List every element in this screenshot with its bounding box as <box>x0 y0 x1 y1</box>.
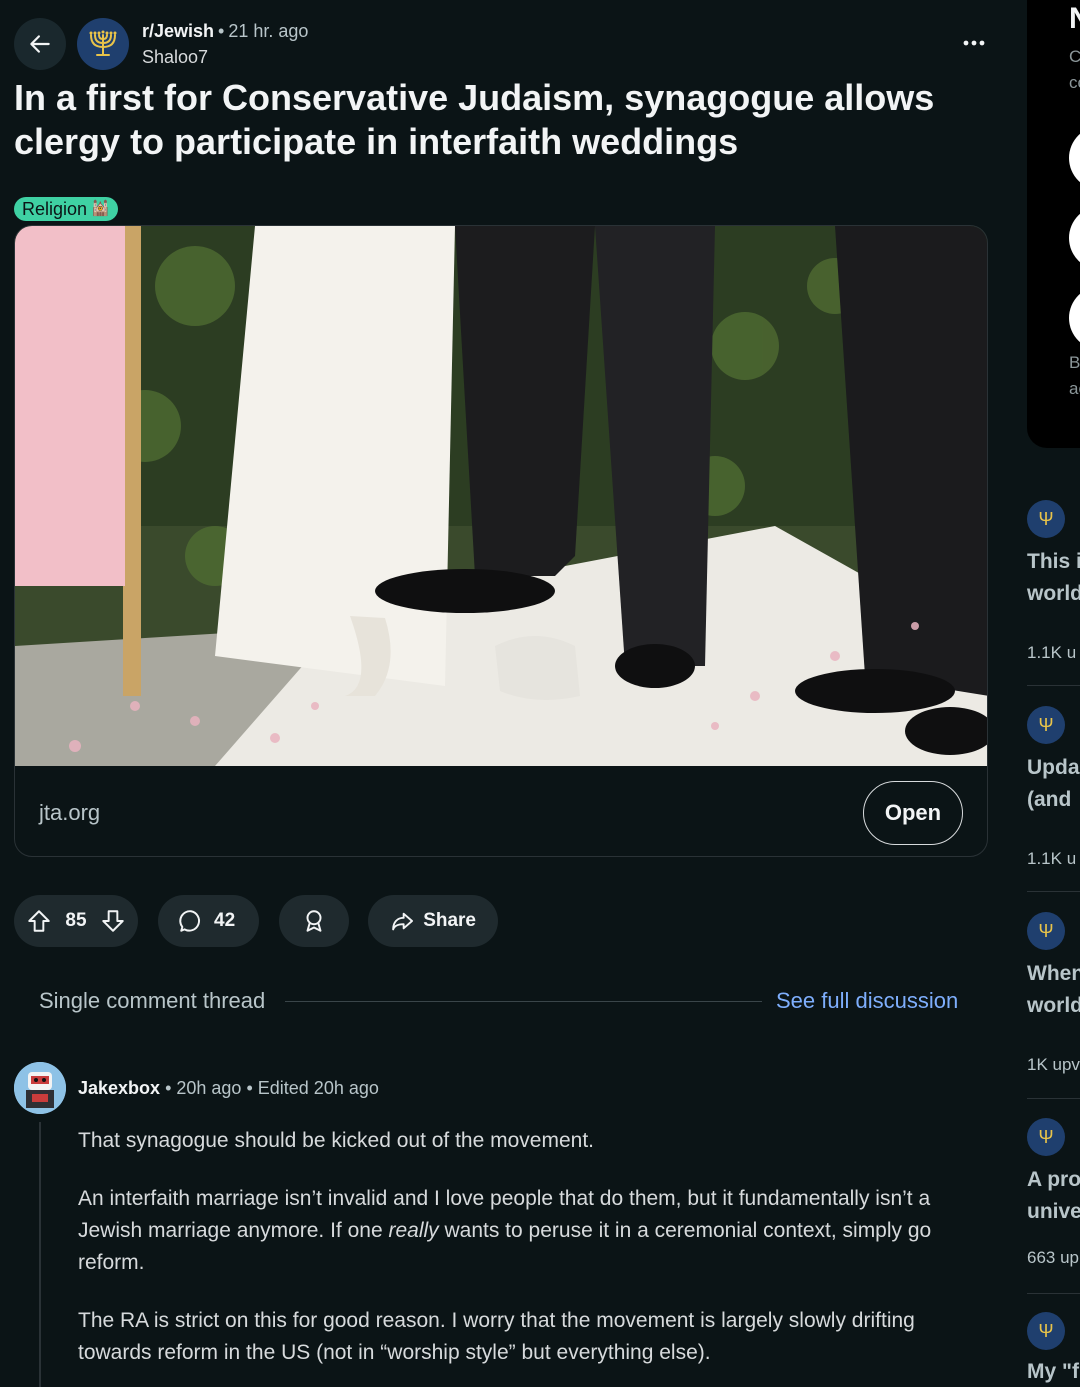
award-button[interactable] <box>279 895 349 947</box>
share-button[interactable]: Share <box>368 895 498 947</box>
link-domain: jta.org <box>39 800 101 825</box>
post-time: 21 hr. ago <box>228 21 309 41</box>
comment-author-avatar[interactable] <box>14 1062 66 1114</box>
related-post-title: My "f <box>1027 1360 1079 1383</box>
link-preview-image <box>15 226 987 766</box>
comment-author[interactable]: Jakexbox <box>78 1078 160 1098</box>
email-signup-button[interactable] <box>1069 206 1080 270</box>
menorah-icon: Ψ <box>1038 508 1054 529</box>
google-signup-button[interactable] <box>1069 126 1080 190</box>
related-divider <box>1027 891 1080 892</box>
related-post-sub-icon: Ψ <box>1027 1312 1065 1350</box>
menorah-icon <box>89 30 117 56</box>
post-meta: r/Jewish • 21 hr. ago <box>142 20 308 42</box>
related-post-sub-icon: Ψ <box>1027 1118 1065 1156</box>
comment-paragraph: The RA is strict on this for good reason… <box>78 1309 915 1364</box>
comment-icon <box>179 910 200 932</box>
menorah-icon: Ψ <box>1038 920 1054 941</box>
thread-divider <box>285 1001 762 1002</box>
related-post-stats: 1.1K u <box>1027 849 1077 868</box>
menorah-icon: Ψ <box>1038 1126 1054 1147</box>
upvote-icon[interactable] <box>26 908 52 934</box>
more-options-button[interactable] <box>958 28 990 58</box>
comment-thread-line[interactable] <box>39 1122 41 1387</box>
more-icon <box>963 40 985 46</box>
meta-separator: • <box>218 21 225 41</box>
signup-title: Ne <box>1069 2 1080 35</box>
comment-time: 20h ago <box>176 1078 242 1098</box>
related-post-title: This i world <box>1027 550 1080 605</box>
flair-label: Religion <box>22 199 88 219</box>
award-icon <box>306 910 322 932</box>
signup-card: Ne Cre cor By ack <box>1027 0 1080 448</box>
downvote-icon[interactable] <box>100 908 126 934</box>
meta-separator: • <box>246 1078 253 1098</box>
post-view: r/Jewish • 21 hr. ago Shaloo7 In a first f… <box>0 0 1010 1387</box>
share-icon <box>392 912 413 931</box>
signup-description: Cre cor <box>1069 44 1080 96</box>
signup-legal-text: By ack <box>1069 350 1080 402</box>
comment-paragraph: That synagogue should be kicked out of t… <box>78 1129 594 1152</box>
comment-count: 42 <box>214 910 236 931</box>
post-author[interactable]: Shaloo7 <box>142 46 208 68</box>
flair-emoji: 🕍 <box>91 200 110 217</box>
vote-score: 85 <box>65 910 87 931</box>
menorah-icon: Ψ <box>1038 1320 1054 1341</box>
related-post-title: Upda (and <box>1027 756 1080 811</box>
related-post-title: When world <box>1027 962 1080 1017</box>
comment-paragraph: An interfaith marriage isn’t invalid and… <box>78 1183 988 1279</box>
snoo-avatar-icon <box>14 1062 66 1114</box>
related-post-stats: 1.1K u <box>1027 643 1077 662</box>
see-full-discussion-link[interactable]: See full discussion <box>776 988 958 1014</box>
right-sidebar: Ne Cre cor By ack Ψ <box>1010 0 1080 1387</box>
comment-emphasis: really <box>388 1219 439 1242</box>
back-button[interactable] <box>14 18 66 70</box>
related-post-sub-icon: Ψ <box>1027 912 1065 950</box>
vote-control: 85 <box>14 895 138 947</box>
legal-line: ack <box>1069 379 1080 398</box>
comment-edited: Edited 20h ago <box>257 1078 379 1098</box>
related-divider <box>1027 1293 1080 1294</box>
post-flair[interactable]: Religion 🕍 <box>14 197 118 221</box>
link-card[interactable]: jta.org Open <box>14 225 988 857</box>
subreddit-link[interactable]: r/Jewish <box>142 21 214 41</box>
related-post-title: A pro unive <box>1027 1168 1080 1223</box>
subreddit-avatar[interactable] <box>77 18 129 70</box>
meta-separator: • <box>165 1078 172 1098</box>
open-link-button[interactable]: Open <box>863 781 963 845</box>
related-post-stats: 1K upv <box>1027 1055 1080 1074</box>
related-post-sub-icon: Ψ <box>1027 500 1065 538</box>
related-divider <box>1027 685 1080 686</box>
share-label: Share <box>423 910 476 931</box>
back-arrow-icon <box>30 35 50 53</box>
signup-line: Cre <box>1069 47 1080 66</box>
post-title: In a first for Conservative Judaism, syn… <box>14 77 935 162</box>
thread-label: Single comment thread <box>39 988 266 1013</box>
related-divider <box>1027 1098 1080 1099</box>
signup-line: cor <box>1069 73 1080 92</box>
legal-line: By <box>1069 353 1080 372</box>
comments-button[interactable]: 42 <box>158 895 259 947</box>
related-post-sub-icon: Ψ <box>1027 706 1065 744</box>
related-post-stats: 663 up <box>1027 1248 1079 1267</box>
phone-signup-button[interactable] <box>1069 286 1080 350</box>
menorah-icon: Ψ <box>1038 714 1054 735</box>
comment-meta: Jakexbox • 20h ago • Edited 20h ago <box>78 1077 379 1099</box>
comment-body: That synagogue should be kicked out of t… <box>78 1125 988 1387</box>
